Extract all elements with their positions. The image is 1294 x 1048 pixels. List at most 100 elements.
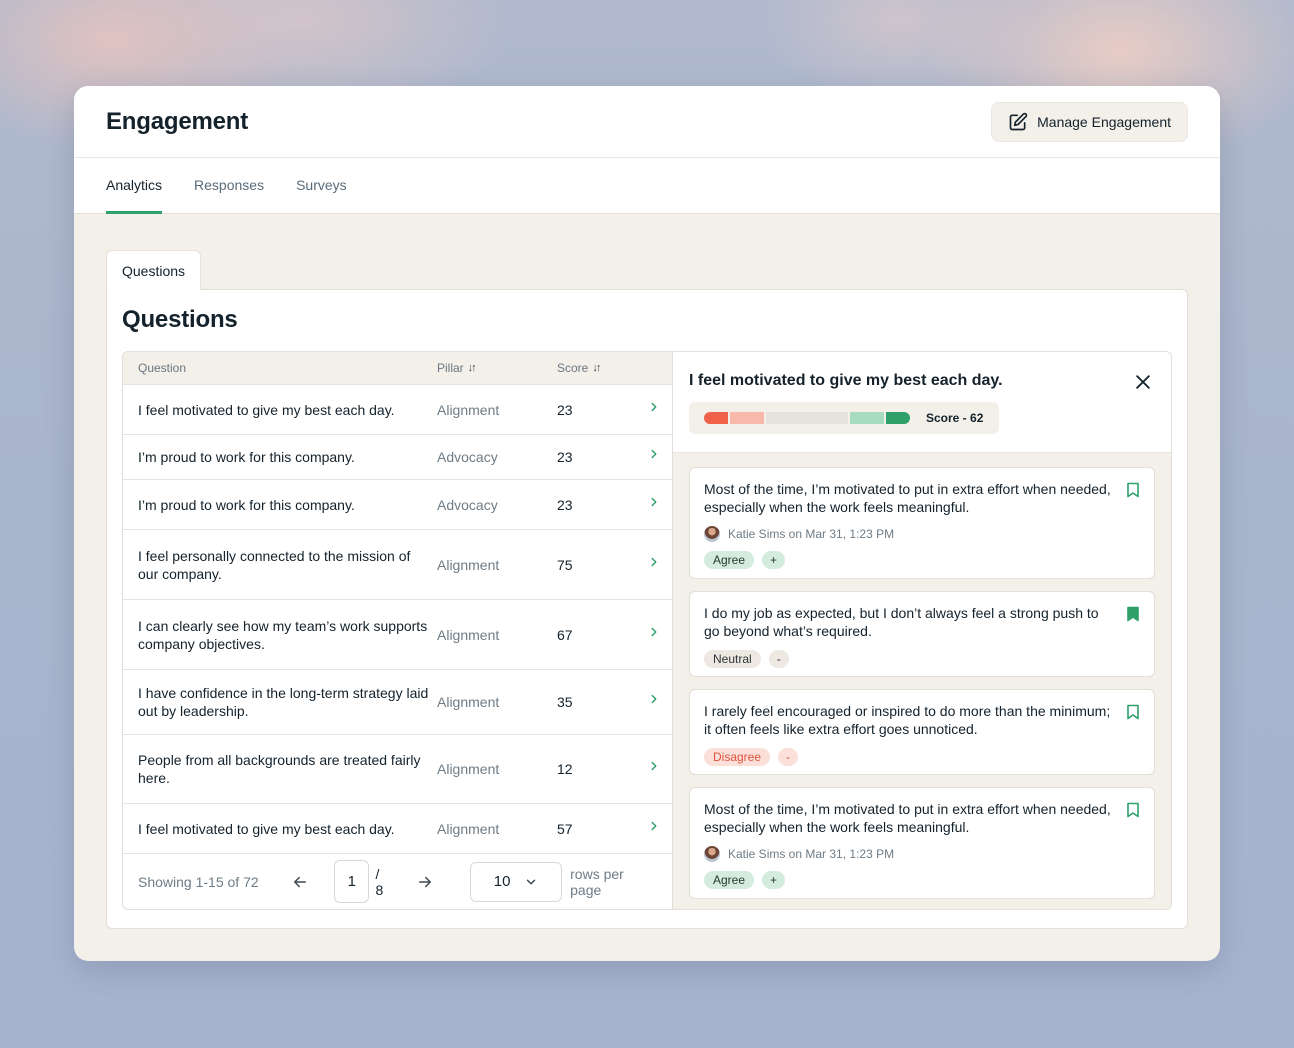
close-icon[interactable] [1133,372,1153,392]
manage-engagement-button[interactable]: Manage Engagement [991,101,1188,142]
sentiment-tag[interactable]: Agree [704,871,755,889]
row-pillar: Advocacy [437,496,498,513]
chevron-right-icon[interactable] [647,495,661,509]
table-row[interactable]: I have confidence in the long-term strat… [123,670,672,735]
bookmark-icon[interactable] [1126,704,1140,720]
response-author: Katie Sims on Mar 31, 1:23 PM [704,526,1140,542]
page-header: Engagement Manage Engagement [74,86,1220,158]
rows-per-page-label: rows per page [570,865,624,898]
panel-title: Questions [122,306,238,333]
arrow-left-icon [293,876,306,887]
response-tags: Agree + [704,551,1140,569]
chevron-down-icon [527,879,536,884]
column-header-pillar[interactable]: Pillar ↓↑ [437,361,557,375]
tab-responses[interactable]: Responses [194,177,264,213]
row-question: I feel motivated to give my best each da… [138,401,395,418]
score-segment [766,412,848,424]
avatar [704,526,720,542]
column-header-pillar-label: Pillar [437,361,464,375]
table-row[interactable]: I feel motivated to give my best each da… [123,804,672,854]
column-header-score[interactable]: Score ↓↑ [557,361,637,375]
response-tags: Disagree - [704,748,1140,766]
table-row[interactable]: I’m proud to work for this company. Advo… [123,480,672,530]
row-score: 12 [557,761,573,777]
row-score: 35 [557,694,573,710]
sentiment-sign-tag[interactable]: + [762,551,786,569]
author-text: Katie Sims on Mar 31, 1:23 PM [728,527,895,541]
chevron-right-icon[interactable] [647,447,661,461]
bookmark-icon[interactable] [1126,482,1140,498]
response-text: Most of the time, I’m motivated to put i… [704,801,1111,835]
chevron-right-icon[interactable] [647,400,661,414]
row-score: 75 [557,556,573,573]
response-text: I do my job as expected, but I don’t alw… [704,605,1099,639]
sentiment-tag[interactable]: Neutral [704,650,761,668]
table-row[interactable]: I feel personally connected to the missi… [123,530,672,600]
row-pillar: Alignment [437,626,500,643]
table-row[interactable]: I feel motivated to give my best each da… [123,385,672,435]
chevron-right-icon[interactable] [647,759,661,773]
manage-engagement-label: Manage Engagement [1037,113,1171,130]
row-score: 57 [557,820,573,837]
sentiment-tag[interactable]: Agree [704,551,755,569]
table-row[interactable]: People from all backgrounds are treated … [123,735,672,804]
rows-per-page-select[interactable]: 10 [470,861,563,902]
questions-panel: Questions Question Pillar ↓↑ Score ↓↑ I … [106,289,1188,929]
pagination: Showing 1-15 of 72 1 / 8 10 rows per pag… [123,854,672,909]
row-score: 23 [557,449,573,465]
row-pillar: Alignment [437,556,500,573]
sentiment-sign-tag[interactable]: - [768,650,789,668]
edit-icon [1009,112,1028,130]
response-tags: Agree + [704,871,1140,889]
chevron-right-icon[interactable] [647,819,661,833]
response-card: Most of the time, I’m motivated to put i… [689,467,1155,579]
row-pillar: Alignment [437,401,500,418]
response-text: Most of the time, I’m motivated to put i… [704,481,1111,515]
response-text: I rarely feel encouraged or inspired to … [704,703,1111,737]
bookmark-icon[interactable] [1126,802,1140,818]
response-list: Most of the time, I’m motivated to put i… [673,453,1171,899]
avatar [704,846,720,862]
bookmark-filled-icon[interactable] [1126,606,1140,622]
row-question: People from all backgrounds are treated … [138,752,421,786]
row-pillar: Alignment [437,820,500,837]
sort-icon[interactable]: ↓↑ [592,362,601,374]
table-header: Question Pillar ↓↑ Score ↓↑ [123,352,672,385]
tab-analytics[interactable]: Analytics [106,177,163,214]
prev-page-button[interactable] [285,867,314,897]
tab-questions[interactable]: Questions [106,250,202,290]
chevron-right-icon[interactable] [647,692,661,706]
column-header-score-label: Score [557,361,589,375]
score-segment [704,412,728,424]
response-author: Katie Sims on Mar 31, 1:23 PM [704,846,1140,862]
tab-surveys[interactable]: Surveys [296,177,347,213]
row-pillar: Advocacy [437,449,498,465]
sentiment-tag[interactable]: Disagree [704,748,771,766]
sort-icon[interactable]: ↓↑ [468,362,477,374]
score-label: Score - 62 [926,411,984,425]
row-score: 67 [557,626,573,643]
row-question: I’m proud to work for this company. [138,496,355,513]
table-row[interactable]: I’m proud to work for this company. Advo… [123,435,672,480]
pagination-summary: Showing 1-15 of 72 [138,873,259,890]
next-page-button[interactable] [411,867,440,897]
response-card: I rarely feel encouraged or inspired to … [689,689,1155,775]
arrow-right-icon [419,876,432,887]
detail-title: I feel motivated to give my best each da… [689,372,1003,389]
page-title: Engagement [106,107,249,135]
page-total: / 8 [375,865,384,898]
row-score: 23 [557,401,573,418]
row-question: I’m proud to work for this company. [138,449,355,465]
row-pillar: Alignment [437,761,500,777]
chevron-right-icon[interactable] [647,625,661,639]
score-segment [850,412,884,424]
page-number-input[interactable]: 1 [334,860,370,903]
chevron-right-icon[interactable] [647,555,661,569]
row-question: I feel motivated to give my best each da… [138,820,395,837]
sentiment-sign-tag[interactable]: + [762,871,786,889]
sentiment-sign-tag[interactable]: - [778,748,799,766]
row-question: I can clearly see how my team’s work sup… [138,617,428,652]
main-tabs: Analytics Responses Surveys [74,158,1220,214]
score-segment [730,412,764,424]
table-row[interactable]: I can clearly see how my team’s work sup… [123,600,672,670]
